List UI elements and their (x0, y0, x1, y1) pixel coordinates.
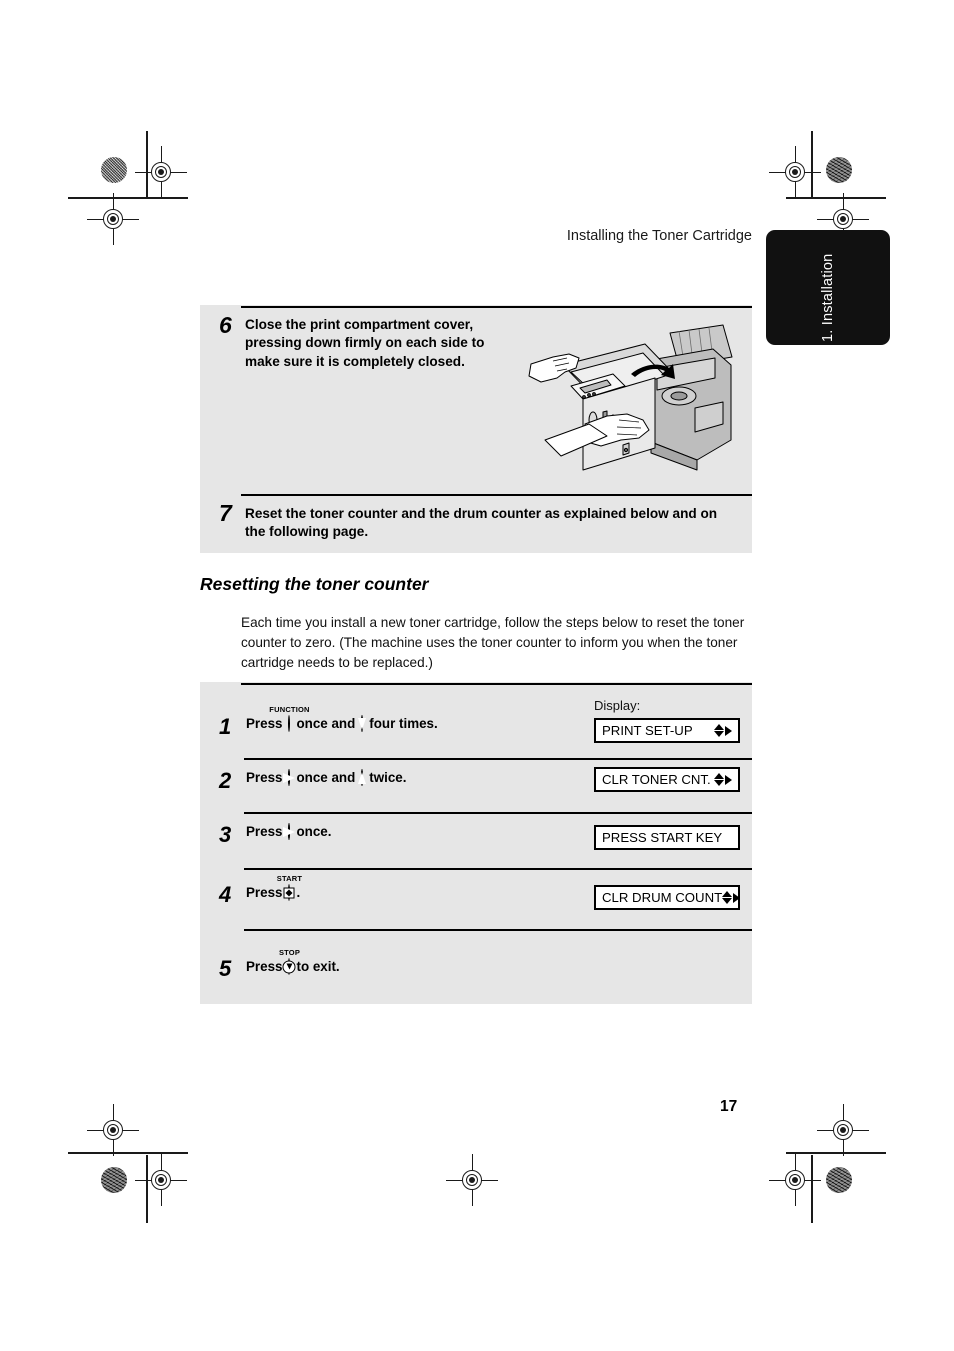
registration-target-top-left-a (135, 146, 187, 198)
step6-top-rule (241, 306, 752, 308)
tail-text-4: . (296, 885, 301, 900)
tail-text-2: twice. (369, 770, 407, 785)
procedure-row-5-instruction: Press STOP to exit. (246, 948, 340, 975)
display-box-4-text: CLR DRUM COUNT (602, 890, 723, 905)
display-box-2-text: CLR TONER CNT. (602, 772, 711, 787)
crop-mark-bottom-right-vertical (811, 1155, 813, 1223)
procedure-row-4-number: 4 (219, 882, 232, 907)
registration-target-bottom-left-b (135, 1154, 187, 1206)
down-arrow-key-icon[interactable] (358, 715, 367, 732)
section-intro-paragraph: Each time you install a new toner cartri… (241, 615, 745, 670)
function-key-cap: FUNCTION (269, 705, 310, 714)
halftone-dot-top-left (101, 157, 127, 183)
stop-key-icon[interactable]: STOP (279, 948, 300, 975)
stop-key-cap: STOP (278, 948, 301, 957)
crop-mark-top-right-horizontal (786, 197, 886, 199)
display-box-4-arrows (722, 890, 741, 905)
procedure-row-5: 5 Press STOP to exit. (200, 934, 752, 994)
halftone-dot-bottom-right (826, 1167, 852, 1193)
procedure-row-3-number: 3 (219, 822, 232, 847)
halftone-dot-top-right (826, 157, 852, 183)
crop-mark-top-left-horizontal (68, 197, 188, 199)
mid-text-1: once and (296, 716, 356, 731)
press-label-5: Press (246, 959, 283, 974)
display-box-1: PRINT SET-UP (594, 718, 740, 743)
up-down-arrows-icon (714, 772, 724, 787)
procedure-row-4-instruction: Press START . (246, 874, 302, 901)
display-box-2-arrows (714, 772, 732, 787)
crop-mark-top-left-vertical (146, 131, 148, 199)
mid-text-2: once and (296, 770, 356, 785)
start-key-icon[interactable]: START (277, 874, 302, 901)
running-head: Installing the Toner Cartridge (566, 228, 752, 244)
crop-mark-bottom-left-vertical (146, 1155, 148, 1223)
right-arrow-icon (725, 774, 732, 785)
tail-text-3: once. (296, 824, 332, 839)
procedure-row-2-number: 2 (219, 768, 232, 793)
procedure-row-2-divider (244, 812, 752, 814)
right-arrow-key-icon[interactable] (283, 823, 296, 840)
right-arrow-icon (733, 892, 741, 903)
section-tab-installation: 1. Installation (766, 230, 890, 345)
tail-text-5: to exit. (296, 959, 340, 974)
step-6-number: 6 (219, 312, 232, 338)
display-box-3-text: PRESS START KEY (602, 830, 723, 845)
up-down-arrows-icon (714, 723, 724, 738)
procedure-row-2-instruction: Press once and twice. (246, 769, 407, 786)
procedure-top-rule (241, 683, 752, 685)
up-arrow-key-icon[interactable] (358, 769, 367, 786)
right-arrow-icon (725, 725, 732, 736)
step-6-text: Close the print compartment cover, press… (245, 317, 485, 369)
registration-target-bottom-right-a (817, 1104, 869, 1156)
procedure-row-5-number: 5 (219, 956, 232, 981)
start-key-cap: START (276, 874, 303, 883)
halftone-dot-bottom-left (101, 1167, 127, 1193)
crop-mark-top-right-vertical (811, 131, 813, 199)
display-box-4: CLR DRUM COUNT (594, 885, 741, 910)
crop-mark-bottom-left-horizontal (68, 1152, 188, 1154)
page-title: Resetting the toner counter (200, 574, 429, 594)
press-label-4: Press (246, 885, 283, 900)
page-number: 17 (720, 1098, 738, 1115)
registration-target-top-right-a (769, 146, 821, 198)
procedure-row-1-instruction: Press FUNCTION once and four times. (246, 705, 438, 732)
right-arrow-key-icon[interactable] (283, 769, 296, 786)
registration-target-top-center (446, 1154, 498, 1206)
section-tab-label: 1. Installation (820, 253, 836, 342)
printer-closing-cover-illustration (527, 320, 745, 485)
press-label-2: Press (246, 770, 283, 785)
display-box-2: CLR TONER CNT. (594, 767, 740, 792)
step-7-text: Reset the toner counter and the drum cou… (245, 506, 718, 540)
function-key-icon[interactable]: FUNCTION (269, 705, 309, 732)
step7-top-rule (241, 494, 752, 496)
procedure-row-3-instruction: Press once. (246, 823, 332, 840)
procedure-row-3-divider (244, 868, 752, 870)
registration-target-bottom-right-b (769, 1154, 821, 1206)
press-label-3: Press (246, 824, 283, 839)
display-box-1-text: PRINT SET-UP (602, 723, 693, 738)
step-7-number: 7 (219, 500, 232, 526)
tail-text-1: four times. (369, 716, 438, 731)
registration-target-bottom-left-a (87, 1104, 139, 1156)
procedure-row-1-number: 1 (219, 714, 232, 739)
registration-target-top-left-b (87, 193, 139, 245)
display-box-1-arrows (714, 723, 732, 738)
procedure-row-4-divider (244, 929, 752, 931)
display-box-3: PRESS START KEY (594, 825, 740, 850)
up-down-arrows-icon (722, 890, 733, 905)
press-label-1: Press (246, 716, 283, 731)
crop-mark-bottom-right-horizontal (786, 1152, 886, 1154)
